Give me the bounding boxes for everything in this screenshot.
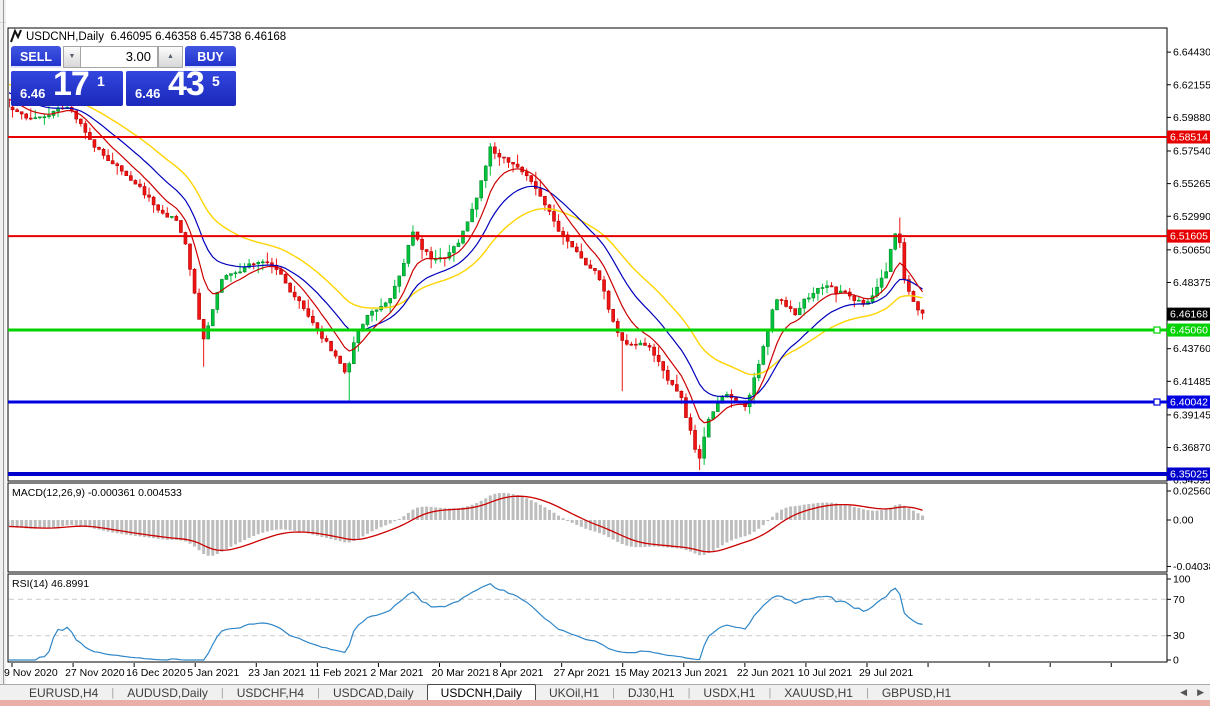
chevron-up-icon: ▲	[167, 53, 174, 60]
chevron-down-icon: ▼	[69, 53, 76, 60]
rsi-axis-label: 0	[1173, 655, 1179, 667]
chart-tab-bar: EURUSD,H4|AUDUSD,Daily|USDCHF,H4|USDCAD,…	[0, 684, 1210, 700]
chart-tab-eurusd[interactable]: EURUSD,H4	[16, 685, 111, 701]
price-badge-label: 6.58514	[1170, 132, 1208, 144]
x-axis-date-label: 27 Nov 2020	[65, 667, 125, 679]
price-badge-label: 6.40042	[1170, 397, 1208, 409]
macd-axis-label: 0.00	[1173, 515, 1194, 527]
y-axis-label: 6.39145	[1173, 409, 1210, 421]
y-axis-label: 6.59880	[1173, 112, 1210, 124]
volume-input[interactable]: 3.00	[80, 46, 158, 68]
macd-label: MACD(12,26,9) -0.000361 0.004533	[12, 487, 182, 499]
rsi-axis-label: 70	[1173, 594, 1185, 606]
rsi-axis-label: 30	[1173, 630, 1185, 642]
one-click-trade-panel: SELL ▼ 3.00 ▲ BUY 6.46 17 1 6.46 43 5	[11, 46, 236, 106]
y-axis-label: 6.48375	[1173, 277, 1210, 289]
y-axis-label: 6.36870	[1173, 442, 1210, 454]
x-axis-date-label: 8 Apr 2021	[493, 667, 544, 679]
tab-scroll-right-button[interactable]: ▶	[1197, 687, 1204, 698]
chart-tab-usdcnh[interactable]: USDCNH,Daily	[427, 684, 536, 702]
y-axis-label: 6.43760	[1173, 343, 1210, 355]
price-badge-label: 6.46168	[1170, 309, 1208, 321]
level-drag-handle[interactable]	[1154, 327, 1160, 333]
x-axis-date-label: 23 Jan 2021	[248, 667, 306, 679]
x-axis-date-label: 16 Dec 2020	[126, 667, 186, 679]
macd-axis-label: 0.025609	[1173, 486, 1210, 498]
chart-title: USDCNH,Daily 6.46095 6.46358 6.45738 6.4…	[26, 31, 286, 43]
x-axis-date-label: 20 Mar 2021	[431, 667, 490, 679]
x-axis-date-label: 15 May 2021	[615, 667, 676, 679]
x-axis-date-label: 9 Nov 2020	[4, 667, 58, 679]
y-axis-label: 6.52990	[1173, 211, 1210, 223]
chart-tab-ukoil[interactable]: UKOil,H1	[536, 685, 612, 701]
chart-tab-gbpusd[interactable]: GBPUSD,H1	[869, 685, 964, 701]
x-axis-date-label: 11 Feb 2021	[309, 667, 367, 679]
chart-tab-audusd[interactable]: AUDUSD,Daily	[114, 685, 221, 701]
y-axis-label: 6.50650	[1173, 244, 1210, 256]
chart-tab-usdx[interactable]: USDX,H1	[690, 685, 768, 701]
x-axis-date-label: 5 Jan 2021	[187, 667, 239, 679]
chart-tab-xauusd[interactable]: XAUUSD,H1	[771, 685, 866, 701]
x-axis-date-label: 2 Mar 2021	[370, 667, 423, 679]
y-axis-label: 6.41485	[1173, 376, 1210, 388]
y-axis-label: 6.62155	[1173, 79, 1210, 91]
price-badge-label: 6.35025	[1170, 469, 1208, 481]
buy-price-display[interactable]: 6.46 43 5	[126, 71, 236, 106]
chart-symbol-label: USDCNH,Daily	[26, 31, 104, 43]
price-badge-label: 6.51605	[1170, 231, 1208, 243]
y-axis-label: 6.57540	[1173, 145, 1210, 157]
chart-ohlc-values: 6.46095 6.46358 6.45738 6.46168	[110, 31, 286, 43]
tab-scroll-left-button[interactable]: ◀	[1180, 687, 1187, 698]
y-axis-label: 6.55265	[1173, 178, 1210, 190]
x-axis-date-label: 22 Jun 2021	[737, 667, 795, 679]
rsi-label: RSI(14) 46.8991	[12, 578, 89, 590]
macd-axis-label: -0.040386	[1173, 561, 1210, 573]
level-drag-handle[interactable]	[1154, 399, 1160, 405]
price-badge-label: 6.45060	[1170, 325, 1208, 337]
x-axis-date-label: 10 Jul 2021	[798, 667, 852, 679]
bottom-accent-strip	[0, 700, 1210, 706]
mt4-window: { "toolbar": { "timeframes": [ {"label":…	[0, 0, 1210, 706]
x-axis-date-label: 29 Jul 2021	[859, 667, 913, 679]
sell-price-display[interactable]: 6.46 17 1	[11, 71, 123, 106]
chart-tab-usdcad[interactable]: USDCAD,Daily	[320, 685, 427, 701]
chart-tab-dj30[interactable]: DJ30,H1	[615, 685, 688, 701]
chart-tab-usdchf[interactable]: USDCHF,H4	[224, 685, 317, 701]
x-axis-date-label: 27 Apr 2021	[554, 667, 611, 679]
y-axis-label: 6.64430	[1173, 47, 1210, 59]
x-axis-date-label: 3 Jun 2021	[676, 667, 728, 679]
rsi-axis-label: 100	[1173, 574, 1191, 586]
